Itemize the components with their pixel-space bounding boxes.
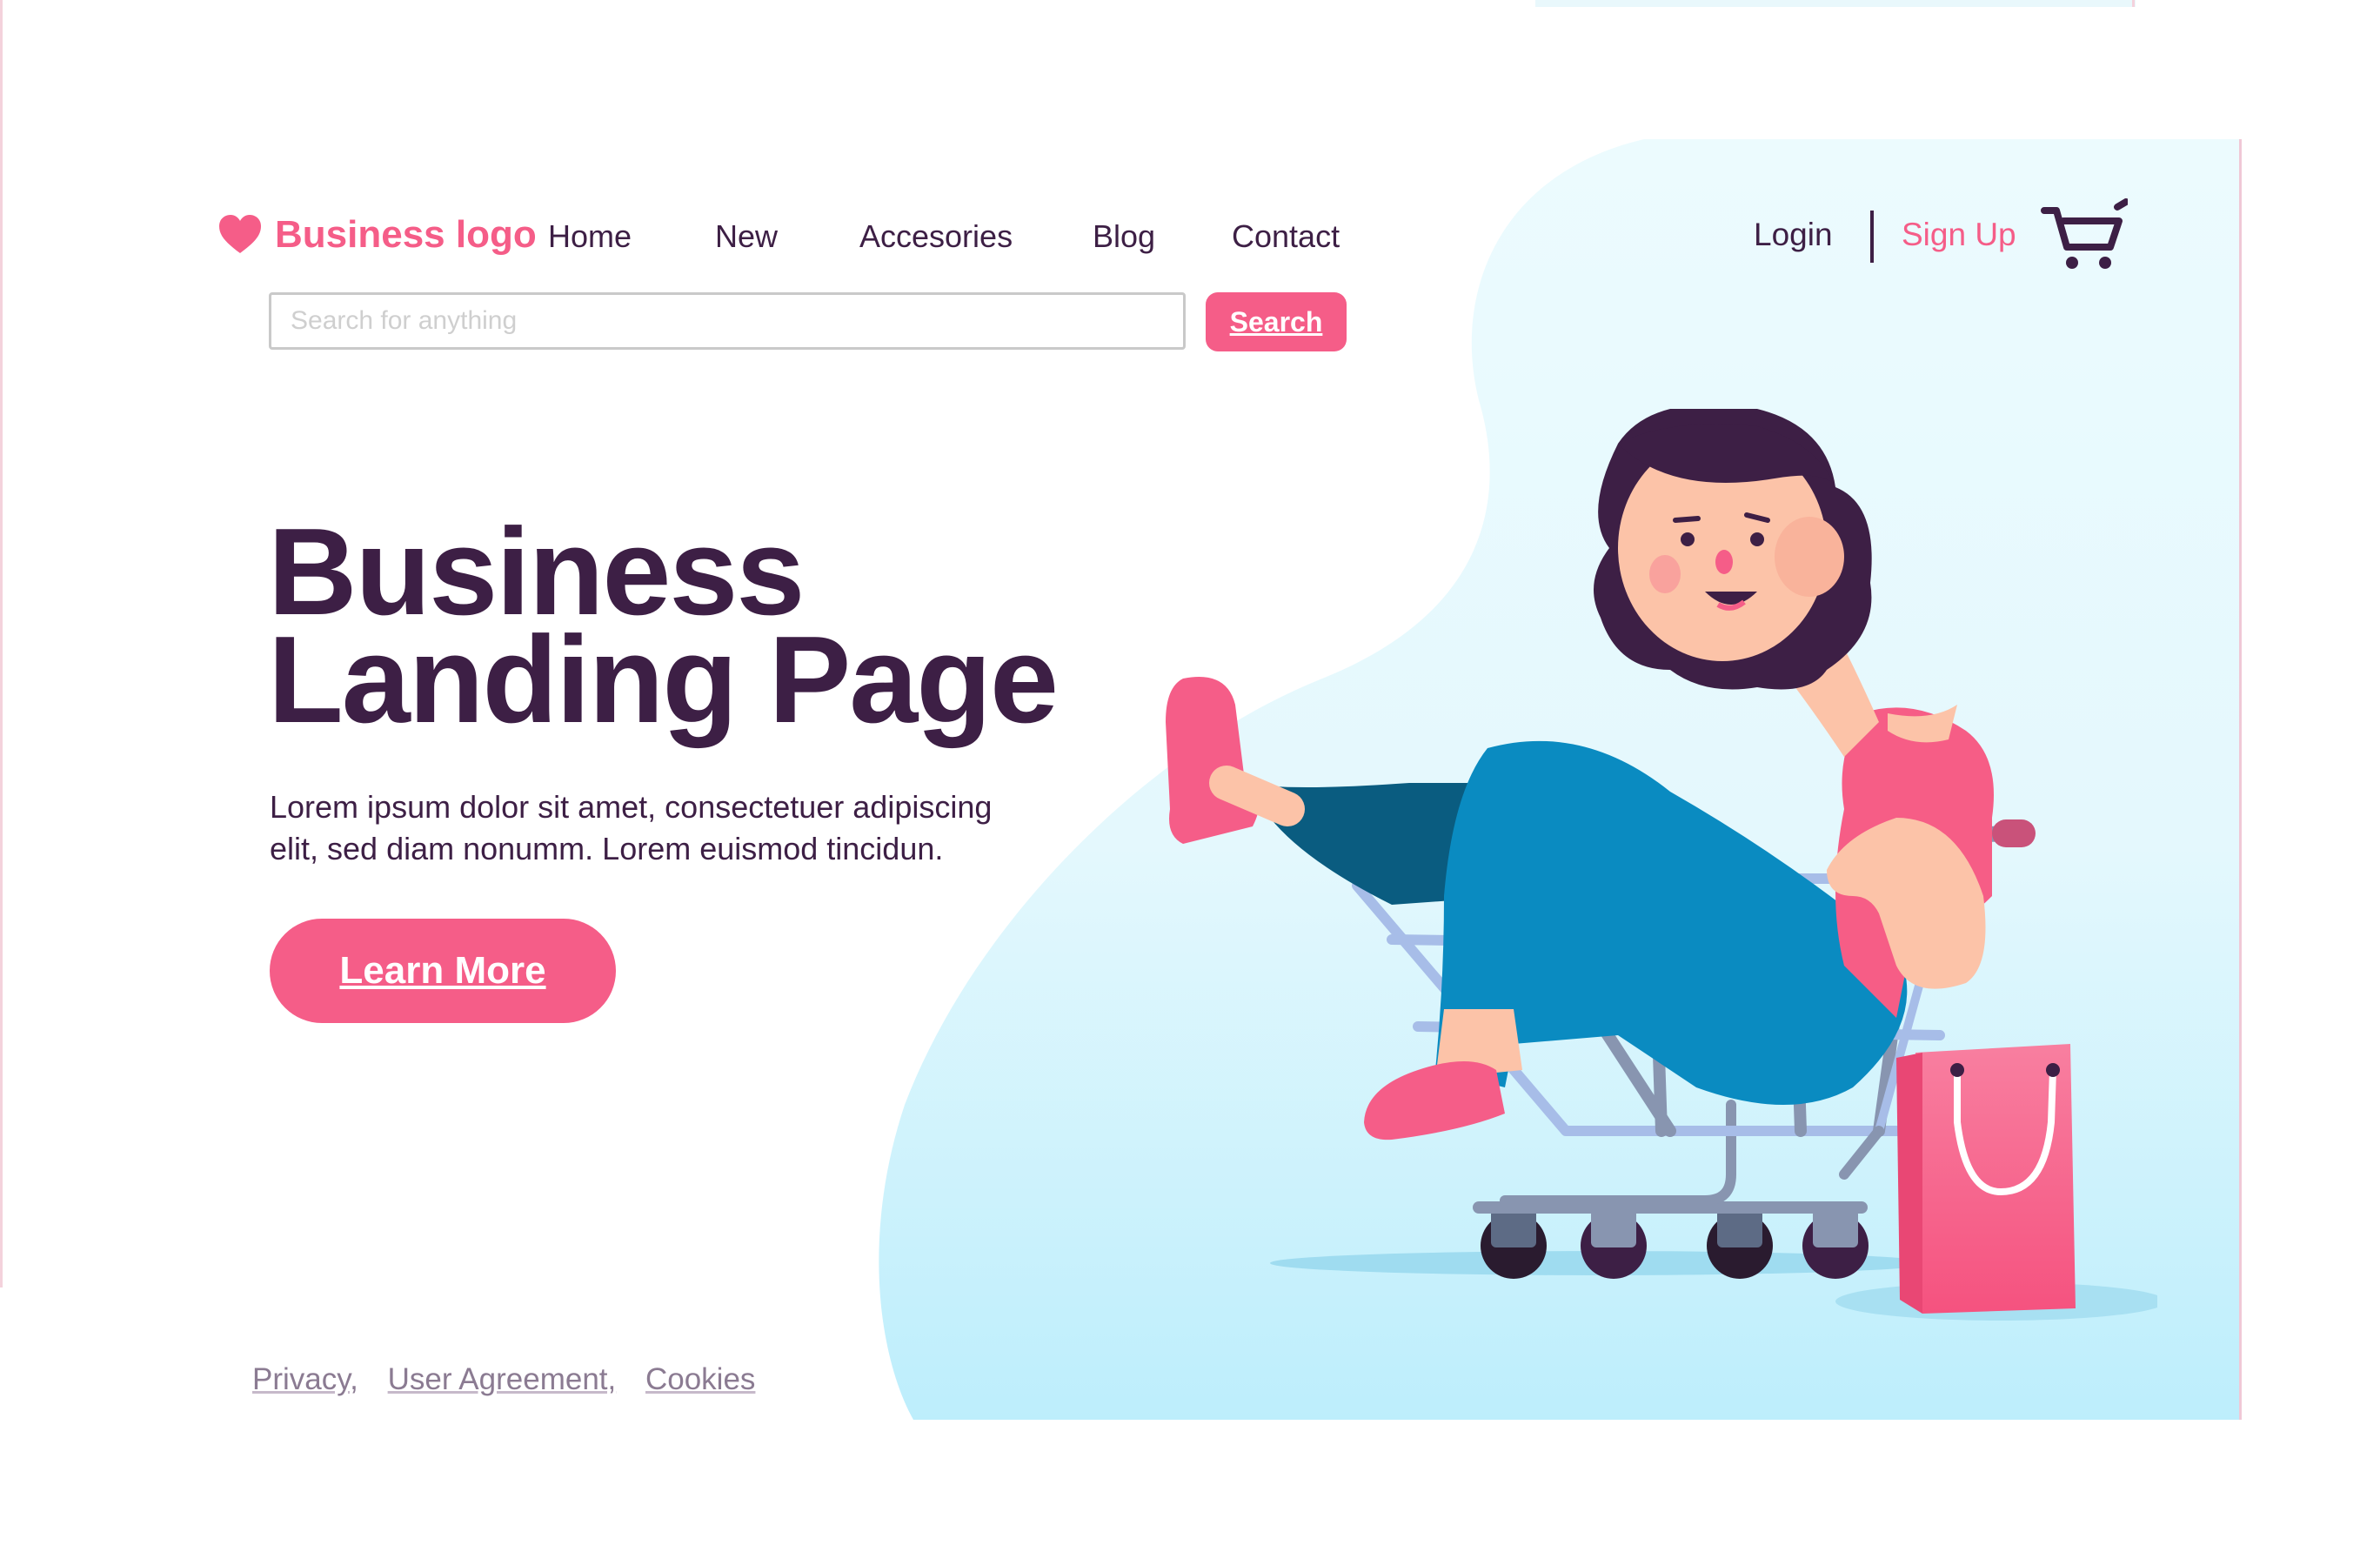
nav-item-accesories[interactable]: Accesories — [859, 214, 1013, 259]
footer-link-cookies[interactable]: Cookies — [645, 1362, 755, 1396]
signup-link[interactable]: Sign Up — [1902, 212, 2016, 258]
footer-link-user-agreement[interactable]: User Agreement, — [388, 1362, 617, 1396]
logo-text: Business logo — [275, 213, 537, 256]
footer-link-privacy[interactable]: Privacy, — [252, 1362, 358, 1396]
auth-divider — [1870, 211, 1874, 263]
cart-icon[interactable] — [2041, 198, 2128, 273]
hero-title: Business Landing Page — [268, 511, 1059, 749]
hero-description: Lorem ipsum dolor sit amet, consectetuer… — [270, 786, 1070, 870]
learn-more-button[interactable]: Learn More — [270, 919, 616, 1023]
nav-item-home[interactable]: Home — [548, 214, 632, 259]
search-input[interactable] — [269, 292, 1186, 350]
hero-title-line2: Landing Page — [268, 611, 1059, 749]
top-decor-edge — [2132, 0, 2135, 7]
character-head — [1594, 409, 1872, 690]
nav-item-blog[interactable]: Blog — [1093, 214, 1155, 259]
raised-shoe — [1166, 677, 1260, 844]
top-decor-strip — [1535, 0, 2136, 7]
brand-logo[interactable]: Business logo — [217, 209, 537, 261]
hero-description-line1: Lorem ipsum dolor sit amet, consectetuer… — [270, 789, 993, 825]
heart-icon — [219, 215, 261, 253]
hero-right-edge — [2239, 139, 2242, 1420]
page-edge — [0, 0, 3, 1288]
hero-description-line2: elit, sed diam nonumm. Lorem euismod tin… — [270, 831, 944, 866]
shopping-bag — [1896, 1044, 2076, 1314]
footer-links: Privacy, User Agreement, Cookies — [252, 1362, 776, 1397]
login-link[interactable]: Login — [1754, 212, 1833, 258]
shopping-cart-illustration — [1166, 409, 2157, 1321]
nav-item-contact[interactable]: Contact — [1232, 214, 1340, 259]
lower-shoe — [1364, 1061, 1505, 1140]
nav-item-new[interactable]: New — [715, 214, 778, 259]
search-button[interactable]: Search — [1206, 292, 1347, 351]
